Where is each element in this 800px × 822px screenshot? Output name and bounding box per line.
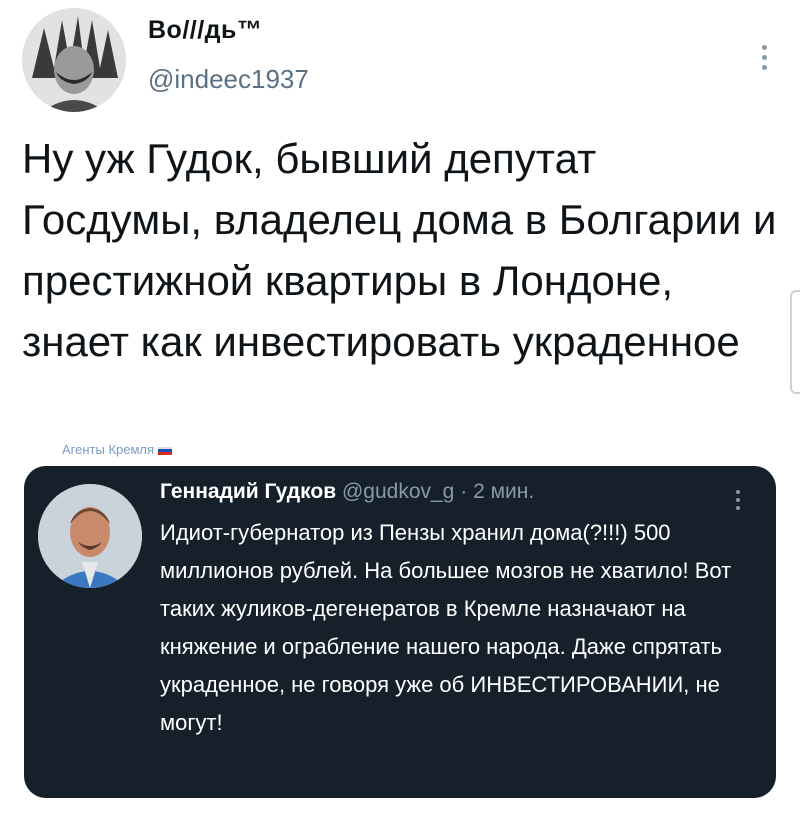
quoted-tweet[interactable]: Геннадий Гудков @gudkov_g · 2 мин. Идиот… [24, 466, 776, 798]
watermark-text: Агенты Кремля [62, 442, 155, 457]
quoted-text: Идиот-губернатор из Пензы хранил дома(?!… [160, 520, 732, 735]
avatar[interactable] [22, 8, 126, 112]
author-handle[interactable]: @indeec1937 [148, 64, 309, 95]
quoted-author-handle[interactable]: @gudkov_g [342, 480, 454, 503]
watermark: Агенты Кремля [62, 442, 173, 457]
quoted-more-vertical-icon[interactable] [728, 486, 748, 516]
quoted-author-name[interactable]: Геннадий Гудков [160, 480, 336, 503]
author-name[interactable]: Bo///дь™ [148, 16, 262, 45]
quoted-separator: · [460, 480, 468, 503]
quoted-avatar[interactable] [38, 484, 142, 588]
quoted-avatar-image [38, 484, 142, 588]
quoted-time[interactable]: 2 мин. [473, 480, 534, 503]
tweet-text: Ну уж Гудок, бывший депутат Госдумы, вла… [22, 135, 777, 365]
more-vertical-icon[interactable] [752, 40, 776, 80]
russian-flag-icon [158, 446, 173, 455]
quoted-header: Геннадий Гудков @gudkov_g · 2 мин. [160, 480, 534, 504]
scrollbar-edge[interactable] [790, 290, 800, 394]
avatar-image [22, 8, 126, 112]
